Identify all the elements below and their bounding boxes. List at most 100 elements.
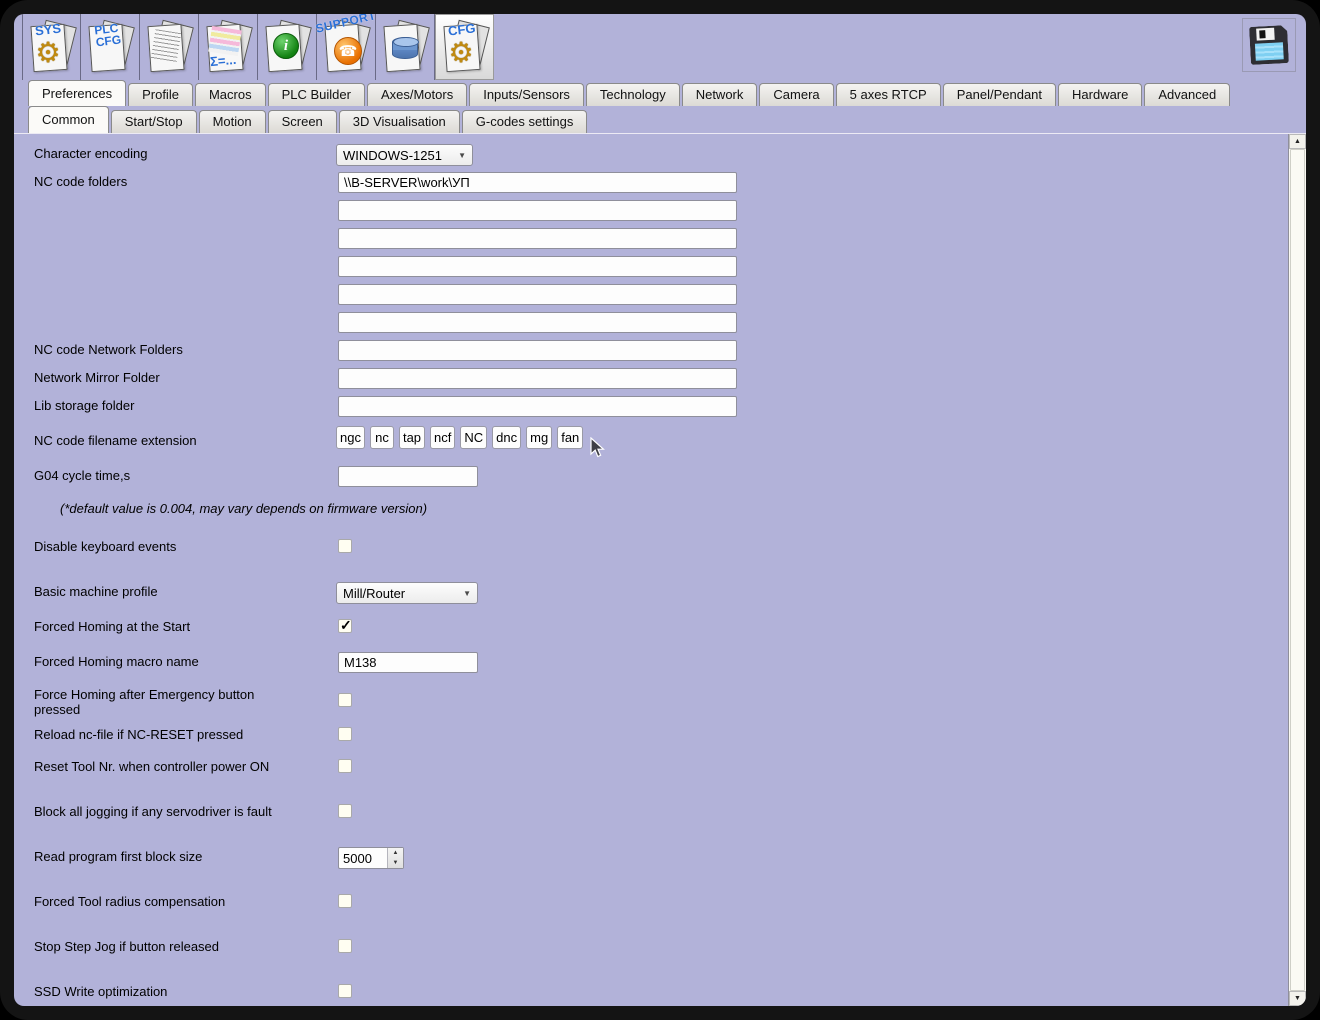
plc-cfg-button[interactable]: PLC CFG xyxy=(81,14,140,80)
spinner-arrows: ▲ ▼ xyxy=(387,848,403,868)
disable-keyboard-checkbox[interactable] xyxy=(338,539,352,553)
chevron-down-icon: ▼ xyxy=(463,588,471,598)
block-jogging-label: Block all jogging if any servodriver is … xyxy=(34,804,272,819)
highlight-stripes-glyph xyxy=(208,25,242,57)
info-button[interactable]: i xyxy=(258,14,317,80)
support-phone-icon: SUPPORT ☎ xyxy=(314,14,377,75)
window-frame: SYS ⚙ PLC CFG Σ=... i SUPPORT ☎ CFG ⚙ Pr… xyxy=(0,0,1320,1020)
scroll-down-button[interactable]: ▼ xyxy=(1289,991,1306,1006)
tab-macros[interactable]: Macros xyxy=(194,83,266,106)
nc-extension-input[interactable]: ngc xyxy=(336,426,365,449)
form-row: Read program first block size ▲ ▼ xyxy=(14,847,1288,869)
nc-extension-input[interactable]: NC xyxy=(460,426,488,449)
document-button[interactable] xyxy=(140,14,199,80)
reload-ncfile-checkbox[interactable] xyxy=(338,727,352,741)
nc-folder-input-2[interactable] xyxy=(338,200,737,221)
spin-up-icon[interactable]: ▲ xyxy=(388,848,403,858)
disable-keyboard-label: Disable keyboard events xyxy=(34,539,177,554)
nc-extension-input[interactable]: mg xyxy=(526,426,553,449)
lib-storage-folder-label: Lib storage folder xyxy=(34,398,135,413)
lib-storage-folder-input[interactable] xyxy=(338,396,737,417)
nc-extension-input[interactable]: tap xyxy=(398,426,426,449)
tab-camera[interactable]: Camera xyxy=(759,83,834,106)
vertical-scrollbar[interactable]: ▲ ▼ xyxy=(1288,134,1306,1006)
ssd-write-checkbox[interactable] xyxy=(338,984,352,998)
tab-hardware[interactable]: Hardware xyxy=(1058,83,1143,106)
nc-folder-input-1[interactable] xyxy=(338,172,737,193)
plc-cfg-label: PLC CFG xyxy=(93,20,122,50)
basic-machine-profile-select[interactable]: Mill/Router ▼ xyxy=(336,582,478,604)
info-circle-icon: i xyxy=(273,33,299,59)
nc-folder-input-6[interactable] xyxy=(338,312,737,333)
tab-axes-motors[interactable]: Axes/Motors xyxy=(366,83,468,106)
ssd-write-label: SSD Write optimization xyxy=(34,984,168,999)
database-papers-icon xyxy=(380,19,430,75)
force-homing-emergency-checkbox[interactable] xyxy=(338,693,352,707)
form-row: Force Homing after Emergency button pres… xyxy=(14,685,1288,719)
gear-icon: ⚙ xyxy=(448,37,474,68)
tab-inputs-sensors[interactable]: Inputs/Sensors xyxy=(469,83,584,106)
nc-network-folders-label: NC code Network Folders xyxy=(34,342,183,357)
tab-advanced[interactable]: Advanced xyxy=(1144,83,1231,106)
g04-default-note: (*default value is 0.004, may vary depen… xyxy=(60,501,428,516)
nc-extension-input[interactable]: ncf xyxy=(430,426,456,449)
support-button[interactable]: SUPPORT ☎ xyxy=(314,14,377,80)
app-window: SYS ⚙ PLC CFG Σ=... i SUPPORT ☎ CFG ⚙ Pr… xyxy=(14,14,1306,1006)
character-encoding-select[interactable]: WINDOWS-1251 ▼ xyxy=(336,144,473,166)
tab-network[interactable]: Network xyxy=(681,83,758,106)
nc-code-folders-label: NC code folders xyxy=(34,174,128,189)
form-row: Forced Homing at the Start ✓ xyxy=(14,617,1288,639)
summary-button[interactable]: Σ=... xyxy=(199,14,258,80)
block-jogging-checkbox[interactable] xyxy=(338,804,352,818)
stop-step-jog-checkbox[interactable] xyxy=(338,939,352,953)
nc-network-folders-input[interactable] xyxy=(338,340,737,361)
network-mirror-folder-input[interactable] xyxy=(338,368,737,389)
nc-extension-input[interactable]: nc xyxy=(369,426,394,449)
spin-down-icon[interactable]: ▼ xyxy=(388,858,403,868)
nc-extension-input[interactable]: dnc xyxy=(492,426,522,449)
summary-stripes-icon: Σ=... xyxy=(203,19,253,75)
tab-3d-visualisation[interactable]: 3D Visualisation xyxy=(338,110,460,133)
tab-preferences[interactable]: Preferences xyxy=(28,80,127,106)
nc-folder-input-3[interactable] xyxy=(338,228,737,249)
scrollbar-thumb[interactable] xyxy=(1290,149,1305,991)
reset-tool-nr-checkbox[interactable] xyxy=(338,759,352,773)
forced-tool-radius-checkbox[interactable] xyxy=(338,894,352,908)
force-homing-emergency-label: Force Homing after Emergency button pres… xyxy=(34,687,255,717)
tab-g-codes-settings[interactable]: G-codes settings xyxy=(461,110,588,133)
scroll-up-button[interactable]: ▲ xyxy=(1289,134,1306,149)
tab-5-axes-rtcp[interactable]: 5 axes RTCP xyxy=(835,83,941,106)
selected-value: Mill/Router xyxy=(343,585,406,601)
tab-plc-builder[interactable]: PLC Builder xyxy=(267,83,365,106)
save-button[interactable] xyxy=(1242,18,1296,72)
cfg-button-selected[interactable]: CFG ⚙ xyxy=(435,14,494,80)
tab-panel-pendant[interactable]: Panel/Pendant xyxy=(942,83,1057,106)
form-row: Stop Step Jog if button released xyxy=(14,937,1288,959)
cfg-papers-gear-icon: CFG ⚙ xyxy=(440,19,490,75)
form-row xyxy=(14,228,1288,250)
nc-extension-input[interactable]: fan xyxy=(557,426,584,449)
nc-folder-input-5[interactable] xyxy=(338,284,737,305)
tab-common[interactable]: Common xyxy=(28,106,109,133)
tab-start-stop[interactable]: Start/Stop xyxy=(110,110,197,133)
tab-profile[interactable]: Profile xyxy=(128,83,193,106)
phone-icon: ☎ xyxy=(334,37,362,65)
tab-motion[interactable]: Motion xyxy=(198,110,266,133)
g04-cycle-time-input[interactable] xyxy=(338,466,478,487)
form-row xyxy=(14,284,1288,306)
checkmark-icon: ✓ xyxy=(340,617,352,633)
sys-config-button[interactable]: SYS ⚙ xyxy=(22,14,81,80)
database-button[interactable] xyxy=(376,14,435,80)
read-block-size-input[interactable] xyxy=(339,848,387,868)
nc-folder-input-4[interactable] xyxy=(338,256,737,277)
forced-homing-macro-input[interactable] xyxy=(338,652,478,673)
toolbar: SYS ⚙ PLC CFG Σ=... i SUPPORT ☎ CFG ⚙ xyxy=(14,14,1306,80)
forced-homing-start-checkbox[interactable]: ✓ xyxy=(338,617,352,633)
network-mirror-folder-label: Network Mirror Folder xyxy=(34,370,160,385)
tab-technology[interactable]: Technology xyxy=(585,83,680,106)
mouse-cursor xyxy=(590,436,606,463)
tab-screen[interactable]: Screen xyxy=(267,110,337,133)
selected-value: WINDOWS-1251 xyxy=(343,147,442,163)
text-lines-glyph xyxy=(150,29,182,63)
form-row: NC code folders xyxy=(14,172,1288,194)
